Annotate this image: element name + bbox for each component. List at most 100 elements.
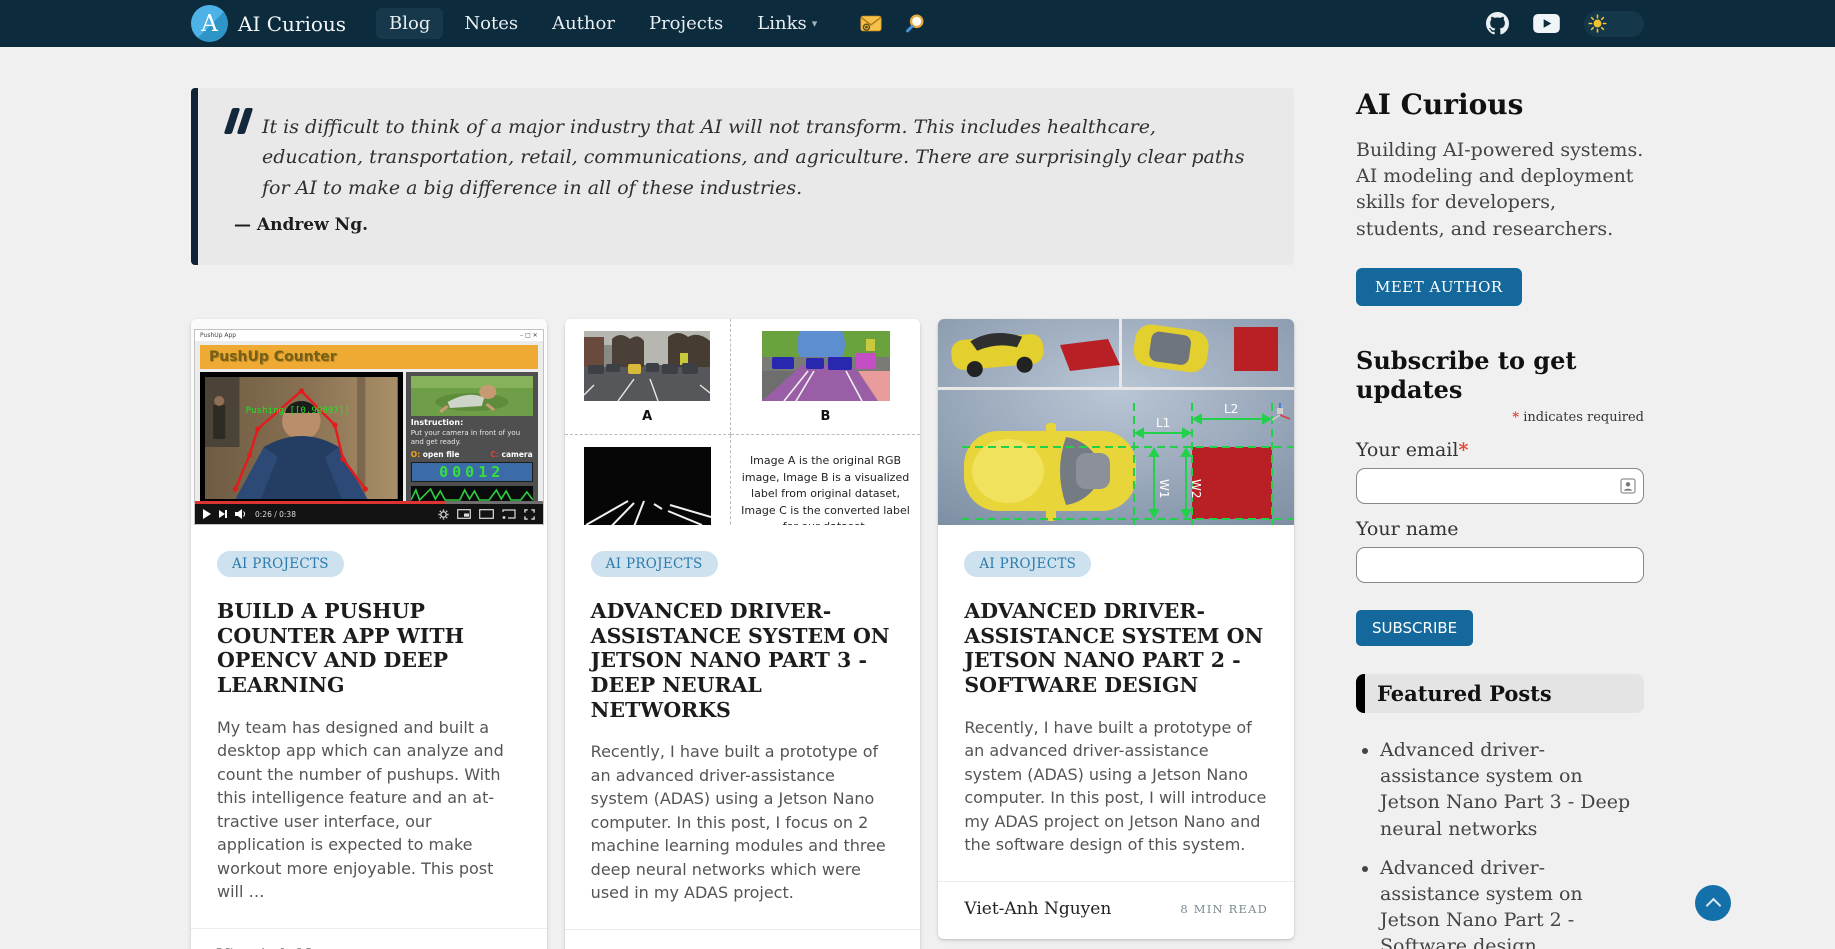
category-badge[interactable]: AI PROJECTS (217, 551, 344, 577)
pushup-app-window: PushUp App – □ ✕ PushUp Counter (194, 329, 544, 525)
site-logo[interactable]: A (191, 5, 228, 42)
instruction-text: Put your camera in front of you and get … (411, 429, 533, 447)
email-icon[interactable] (860, 15, 882, 32)
webcam-scene-illustration: Pushing [[0.99897]] (205, 377, 398, 499)
sidebar-description: Building AI-powered systems. AI modeling… (1356, 137, 1644, 242)
open-file-hint: O: open file (411, 450, 460, 459)
post-title[interactable]: BUILD A PUSHUP COUNTER APP WITH OPENCV A… (217, 599, 521, 697)
post-title[interactable]: ADVANCED DRIVER-ASSIST­ANCE SYSTEM ON JE… (591, 599, 895, 722)
email-label-text: Your email (1356, 439, 1458, 461)
category-badge[interactable]: AI PROJECTS (964, 551, 1091, 577)
intro-quote: It is difficult to think of a major indu… (191, 88, 1294, 265)
nav-item-blog[interactable]: Blog (376, 8, 443, 39)
car-simulation-illustration: L1 L2 W1 W2 (938, 319, 1294, 525)
nav-quick-icons (860, 13, 925, 34)
segmentation-illustration (762, 331, 890, 401)
dimension-label-l2: L2 (1224, 402, 1238, 416)
post-author[interactable]: Viet-Anh Nguyen (964, 899, 1111, 919)
sidebar: AI Curious Building AI-powered systems. … (1356, 88, 1644, 949)
brand-title[interactable]: AI Curious (238, 12, 346, 36)
fullscreen-icon[interactable] (524, 509, 535, 520)
page-content: It is difficult to think of a major indu… (191, 47, 1644, 949)
quote-author: — Andrew Ng. (234, 215, 1254, 235)
video-time: 0:26 / 0:38 (255, 510, 296, 519)
featured-heading-text: Featured Posts (1377, 681, 1552, 706)
posts-row: PushUp App – □ ✕ PushUp Counter (191, 319, 1294, 949)
featured-post-link[interactable]: Advanced driver-assistance sys­tem on Je… (1380, 737, 1644, 842)
volume-icon[interactable] (235, 509, 247, 519)
github-icon[interactable] (1486, 12, 1509, 35)
theater-mode-icon[interactable] (479, 509, 494, 519)
name-input-wrap (1356, 547, 1644, 583)
email-label: Your email* (1356, 439, 1644, 461)
navbar-inner: A AI Curious Blog Notes Author Projects … (191, 0, 1644, 47)
search-icon[interactable] (904, 13, 925, 34)
navbar: A AI Curious Blog Notes Author Projects … (0, 0, 1835, 47)
settings-gear-icon[interactable] (438, 509, 449, 520)
nav-social (1486, 11, 1644, 37)
post-card-body: AI PROJECTS BUILD A PUSHUP COUNTER APP W… (191, 525, 547, 904)
email-required-star: * (1458, 439, 1468, 461)
nav-item-links-label: Links (757, 13, 806, 34)
subscribe-heading: Subscribe to get updates (1356, 346, 1644, 404)
instructor-photo (411, 376, 533, 416)
meet-author-button[interactable]: MEET AUTHOR (1356, 268, 1522, 306)
dataset-cell-c (565, 435, 731, 525)
pushup-main-area: Pushing [[0.99897]] (200, 372, 538, 504)
primary-nav: Blog Notes Author Projects Links ▾ (376, 8, 830, 39)
figure-label-a: A (642, 409, 652, 424)
quote-mark-icon (224, 108, 258, 138)
dimension-label-w1: W1 (1157, 479, 1171, 499)
sun-icon (1588, 14, 1607, 33)
pushup-window-titlebar: PushUp App – □ ✕ (195, 330, 543, 341)
dataset-cell-a: A (565, 319, 731, 435)
cast-icon[interactable] (502, 509, 516, 519)
category-badge[interactable]: AI PROJECTS (591, 551, 718, 577)
subscribe-button[interactable]: SUBSCRIBE (1356, 610, 1473, 646)
post-title[interactable]: ADVANCED DRIVER-ASSIST­ANCE SYSTEM ON JE… (964, 599, 1268, 697)
post-card-pushup[interactable]: PushUp App – □ ✕ PushUp Counter (191, 319, 547, 949)
required-note: * indicates required (1356, 410, 1644, 425)
name-input[interactable] (1356, 547, 1644, 583)
pushup-counter-display: 00012 (411, 462, 533, 482)
theme-toggle[interactable] (1584, 11, 1644, 37)
autofill-contact-icon[interactable] (1620, 478, 1636, 494)
quote-text: It is difficult to think of a major indu… (262, 112, 1254, 203)
nav-item-projects[interactable]: Projects (636, 8, 736, 39)
email-input[interactable] (1356, 468, 1644, 504)
next-frame-icon[interactable] (219, 510, 227, 518)
instruction-title: Instruction: (411, 418, 533, 427)
post-card-adas-part2[interactable]: L1 L2 W1 W2 AI PROJECTS (938, 319, 1294, 938)
video-controls: 0:26 / 0:38 (195, 504, 543, 524)
chevron-up-icon (1705, 898, 1721, 914)
email-input-wrap (1356, 468, 1644, 504)
post-thumbnail-simulation[interactable]: L1 L2 W1 W2 (938, 319, 1294, 525)
post-card-footer: Viet-Anh Nguyen 16 MIN READ (565, 929, 921, 949)
site-logo-letter: A (201, 11, 218, 37)
main-column: It is difficult to think of a major indu… (191, 88, 1294, 949)
hotkey-hints: O: open file C: camera (411, 450, 533, 459)
featured-posts-list: Advanced driver-assistance sys­tem on Je… (1356, 737, 1644, 949)
sidebar-site-title: AI Curious (1356, 88, 1644, 121)
nav-item-links[interactable]: Links ▾ (744, 8, 830, 39)
figure-label-b: B (821, 409, 831, 424)
name-label: Your name (1356, 518, 1644, 540)
featured-post-link[interactable]: Advanced driver-assistance sys­tem on Je… (1380, 855, 1644, 949)
nav-item-notes[interactable]: Notes (451, 8, 531, 39)
post-read-time: 8 MIN READ (1180, 902, 1268, 916)
post-thumbnail-pushup[interactable]: PushUp App – □ ✕ PushUp Counter (191, 319, 547, 525)
play-icon[interactable] (203, 509, 211, 519)
miniplayer-icon[interactable] (457, 509, 471, 519)
lane-label-illustration (584, 447, 711, 525)
post-card-footer: Viet-Anh Nguyen 8 MIN READ (938, 881, 1294, 939)
nav-item-author[interactable]: Author (539, 8, 628, 39)
youtube-icon[interactable] (1533, 14, 1560, 33)
post-excerpt: Recently, I have built a prototype of an… (964, 716, 1268, 857)
post-card-adas-part3[interactable]: A (565, 319, 921, 949)
chevron-down-icon: ▾ (812, 17, 818, 30)
webcam-view: Pushing [[0.99897]] (200, 372, 403, 504)
post-card-body: AI PROJECTS ADVANCED DRIVER-ASSIST­ANCE … (938, 525, 1294, 856)
scroll-to-top-button[interactable] (1695, 885, 1731, 921)
post-thumbnail-dataset[interactable]: A (565, 319, 921, 525)
window-controls-icons: – □ ✕ (520, 332, 538, 339)
